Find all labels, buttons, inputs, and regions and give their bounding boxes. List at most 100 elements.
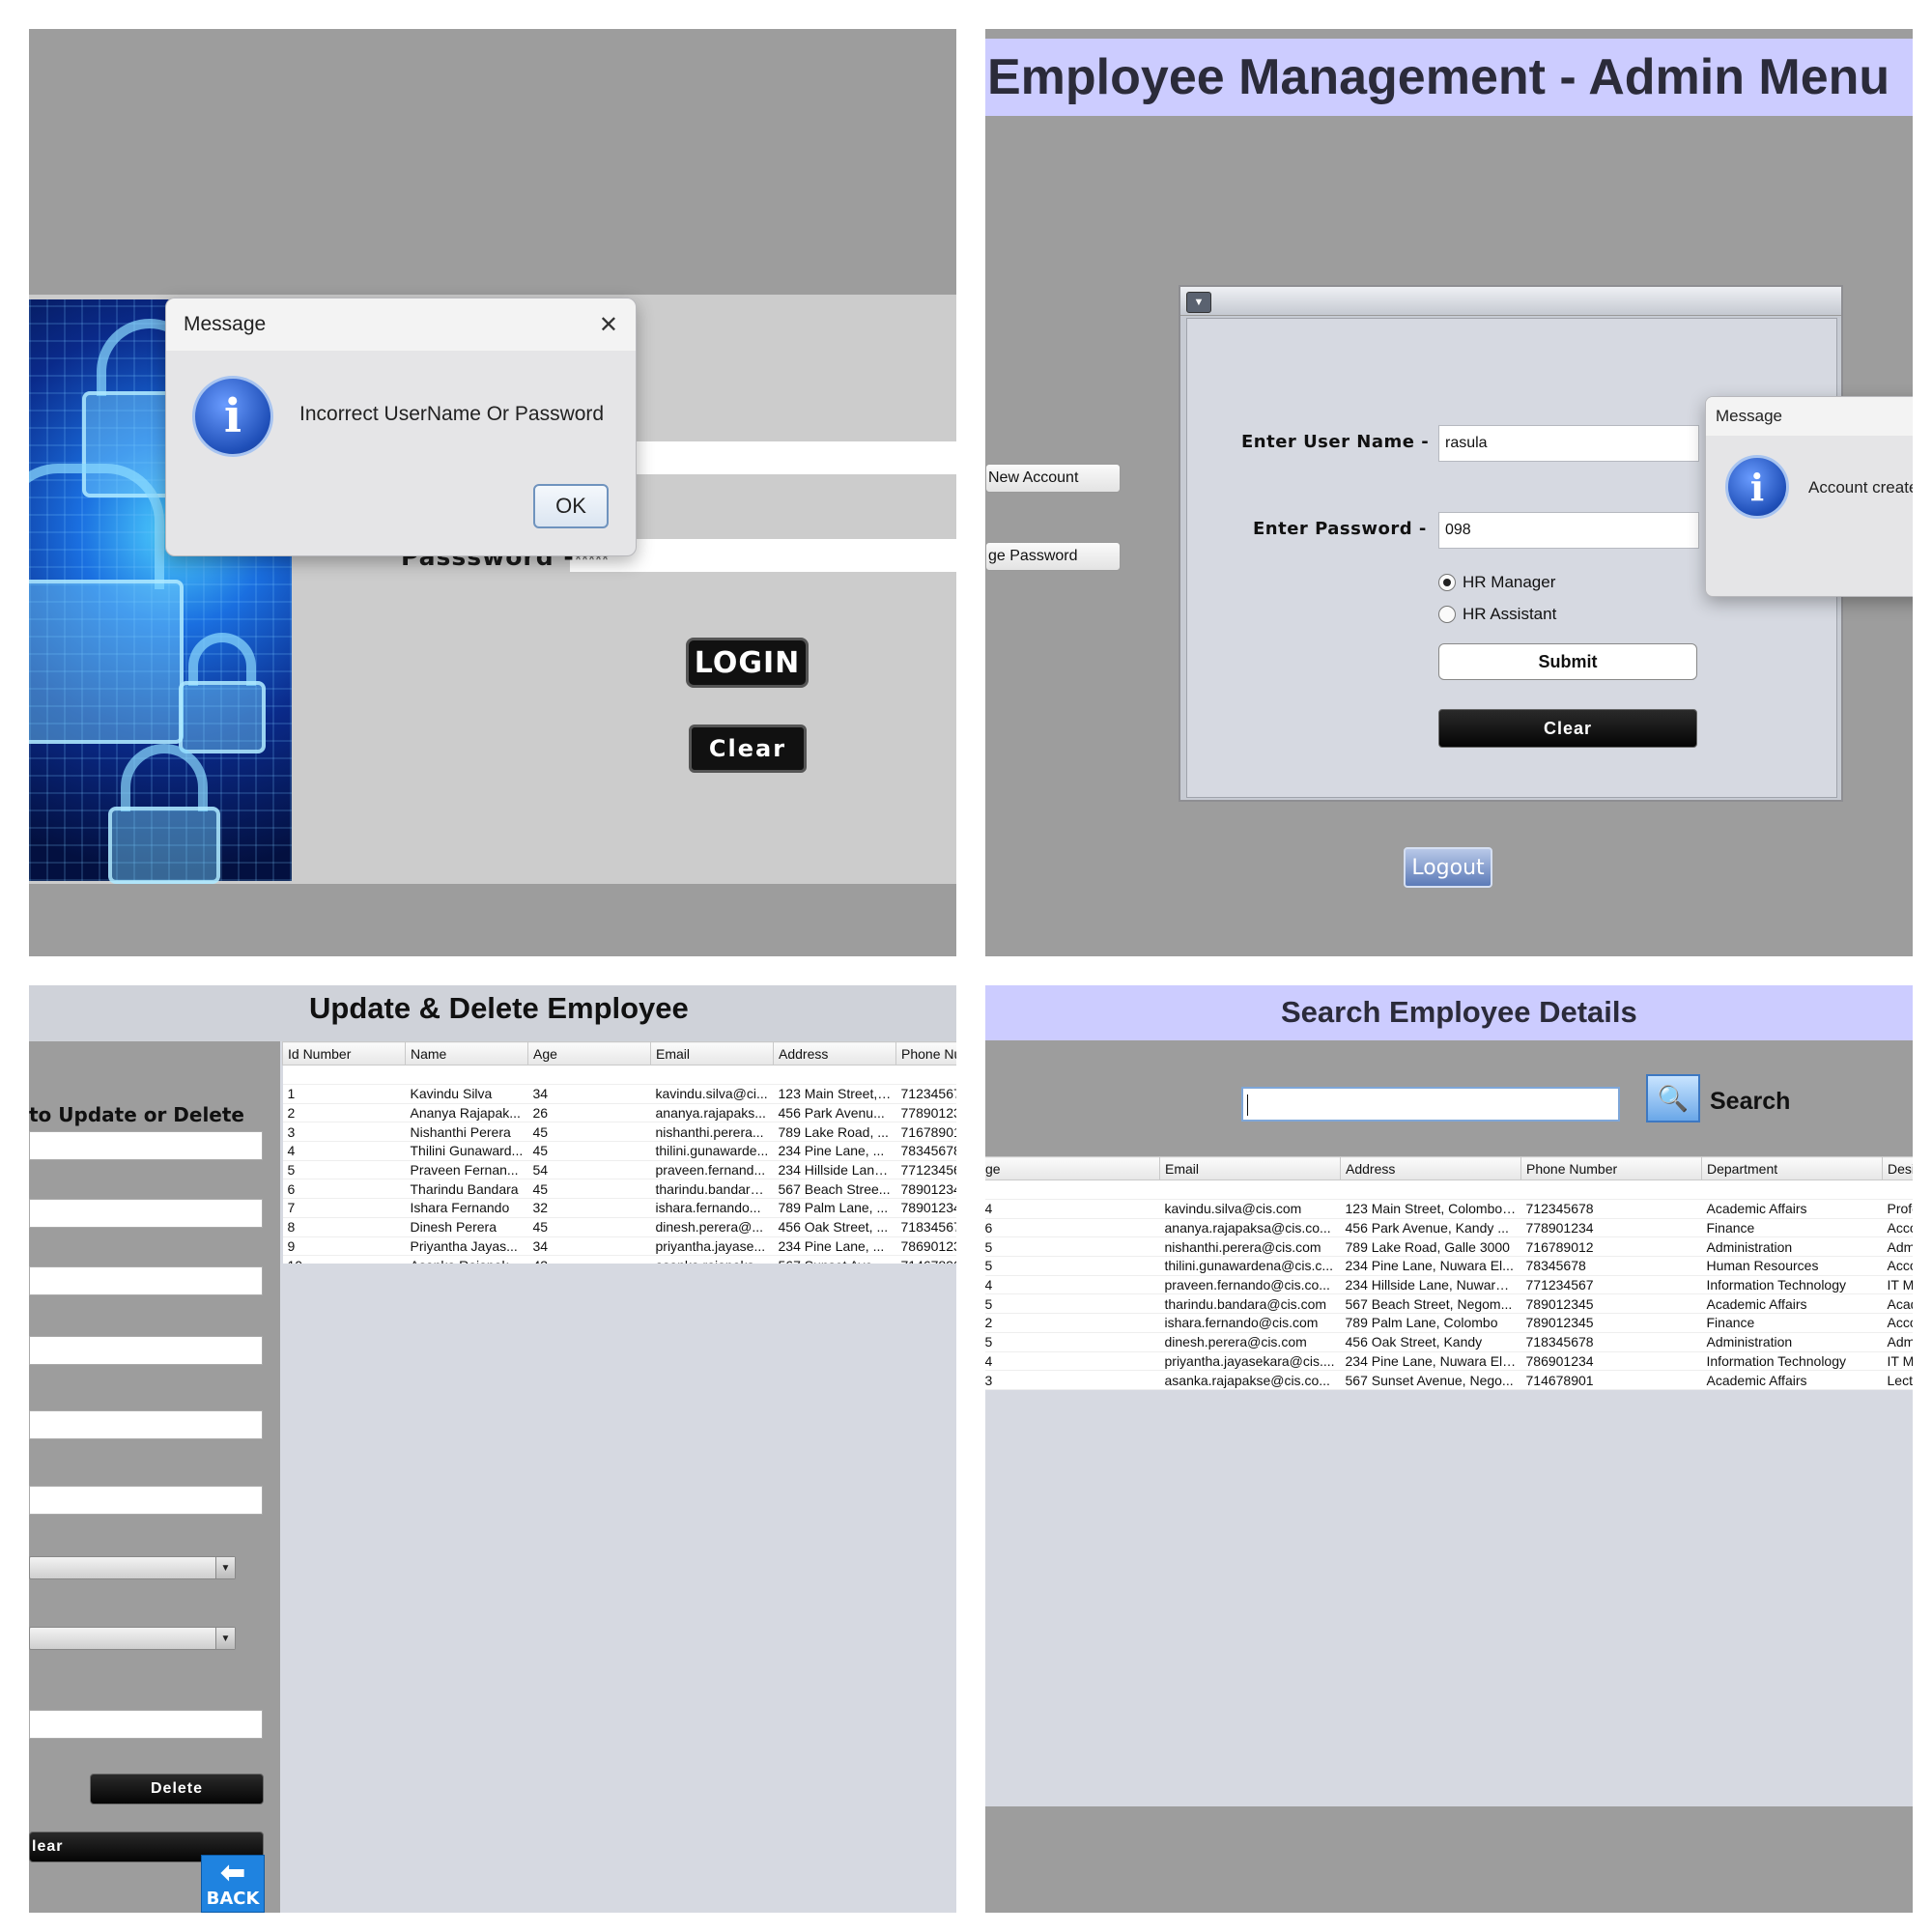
table-cell: 712345678 bbox=[1520, 1199, 1702, 1219]
change-password-button[interactable]: ge Password bbox=[985, 542, 1121, 571]
table-row[interactable]: 4 priyantha.jayasekara@cis.... 234 Pine La… bbox=[985, 1351, 1913, 1372]
table-cell: 6 bbox=[985, 1218, 1160, 1238]
table-cell: Administration bbox=[1701, 1332, 1883, 1352]
table-cell: 234 Pine Lane, Nuwara El... bbox=[1340, 1256, 1521, 1276]
table-cell: tharindu.bandara@cis.com bbox=[1159, 1293, 1341, 1315]
table-row[interactable]: 5 nishanthi.perera@cis.com 789 Lake Road, … bbox=[985, 1236, 1913, 1258]
back-button[interactable]: ⬅ BACK bbox=[201, 1855, 265, 1913]
back-label: BACK bbox=[206, 1889, 260, 1909]
radio-hr-assistant[interactable]: HR Assistant bbox=[1438, 605, 1556, 624]
table-cell: 2 bbox=[282, 1103, 406, 1123]
login-button[interactable]: LOGIN bbox=[686, 638, 809, 688]
table-cell: 567 Sunset Avenue, Nego... bbox=[1340, 1370, 1521, 1390]
clear-button[interactable]: Clear bbox=[1438, 709, 1697, 748]
logout-button[interactable]: Logout bbox=[1404, 847, 1492, 888]
designation-select[interactable]: ▼ bbox=[29, 1627, 236, 1650]
table-row[interactable]: 5 Praveen Fernan... 54 praveen.fernand... 23… bbox=[282, 1160, 956, 1180]
column-header[interactable]: Address bbox=[1340, 1156, 1521, 1180]
table-row[interactable]: 6 ananya.rajapaksa@cis.co... 456 Park Aven… bbox=[985, 1218, 1913, 1238]
table-row[interactable]: 1 Kavindu Silva 34 kavindu.silva@ci... 123 M… bbox=[282, 1084, 956, 1104]
column-header[interactable]: Phone Number bbox=[1520, 1156, 1702, 1180]
table-row[interactable]: 8 Dinesh Perera 45 dinesh.perera@... 456 Oak… bbox=[282, 1217, 956, 1237]
table-row[interactable]: 7 Ishara Fernando 32 ishara.fernando... 789 … bbox=[282, 1198, 956, 1218]
table-cell: Profe bbox=[1882, 1199, 1913, 1219]
table-cell: Academic Affairs bbox=[1701, 1370, 1883, 1390]
department-select[interactable]: ▼ bbox=[29, 1556, 236, 1579]
search-window: Search Employee Details 🔍 Search ge Email… bbox=[985, 985, 1913, 1913]
delete-button[interactable]: Delete bbox=[90, 1774, 264, 1804]
table-row[interactable]: 3 asanka.rajapakse@cis.co... 567 Sunset Av… bbox=[985, 1370, 1913, 1390]
table-cell: 789 Palm Lane, Colombo bbox=[1340, 1313, 1521, 1333]
column-header[interactable]: Desi bbox=[1882, 1156, 1913, 1180]
table-cell: 32 bbox=[527, 1198, 651, 1218]
table-cell: 771234567 bbox=[1520, 1275, 1702, 1295]
column-header[interactable]: Department bbox=[1701, 1156, 1883, 1180]
table-cell: 7 bbox=[282, 1198, 406, 1218]
table-row[interactable]: 2 Ananya Rajapak... 26 ananya.rajapaks... 45… bbox=[282, 1103, 956, 1123]
table-cell: ishara.fernando... bbox=[650, 1198, 774, 1218]
username-field[interactable]: rasula bbox=[1438, 425, 1699, 462]
email-field[interactable] bbox=[29, 1336, 263, 1365]
column-header[interactable]: Age bbox=[527, 1041, 651, 1065]
age-field[interactable] bbox=[29, 1266, 263, 1295]
table-cell: 78345678 bbox=[895, 1141, 956, 1161]
page-title: Employee Management - Admin Menu bbox=[987, 49, 1890, 105]
table-cell: Thilini Gunaward... bbox=[405, 1141, 528, 1161]
table-spacer-row bbox=[985, 1179, 1913, 1200]
search-input[interactable] bbox=[1241, 1087, 1620, 1122]
table-cell: Human Resources bbox=[1701, 1256, 1883, 1276]
table-cell: 786901234 bbox=[1520, 1351, 1702, 1372]
table-cell: 8 bbox=[282, 1217, 406, 1237]
name-field[interactable] bbox=[29, 1199, 263, 1228]
table-row[interactable]: 3 Nishanthi Perera 45 nishanthi.perera... 78… bbox=[282, 1122, 956, 1143]
table-cell: 567 Beach Street, Negom... bbox=[1340, 1293, 1521, 1315]
table-row[interactable]: 5 dinesh.perera@cis.com 456 Oak Street, Ka… bbox=[985, 1332, 1913, 1352]
phone-field[interactable] bbox=[29, 1486, 263, 1515]
table-row[interactable]: 4 kavindu.silva@cis.com 123 Main Street, C… bbox=[985, 1199, 1913, 1219]
ok-button[interactable]: OK bbox=[533, 484, 609, 528]
table-cell: tharindu.bandara... bbox=[650, 1179, 774, 1200]
table-row[interactable]: 5 tharindu.bandara@cis.com 567 Beach Stree… bbox=[985, 1293, 1913, 1315]
table-cell: 123 Main Street, Colombo ... bbox=[1340, 1199, 1521, 1219]
table-cell: 45 bbox=[527, 1217, 651, 1237]
table-row[interactable]: 6 Tharindu Bandara 45 tharindu.bandara... 56… bbox=[282, 1179, 956, 1200]
table-row[interactable]: 9 Priyantha Jayas... 34 priyantha.jayase...… bbox=[282, 1236, 956, 1257]
table-cell: 71234567 bbox=[895, 1084, 956, 1104]
search-icon[interactable]: 🔍 bbox=[1646, 1074, 1700, 1122]
table-cell: dinesh.perera@... bbox=[650, 1217, 774, 1237]
table-cell: nishanthi.perera@cis.com bbox=[1159, 1236, 1341, 1258]
table-cell: 789012345 bbox=[1520, 1293, 1702, 1315]
form-heading: to Update or Delete bbox=[29, 1103, 244, 1126]
search-button-label[interactable]: Search bbox=[1710, 1088, 1790, 1116]
table-cell: Priyantha Jayas... bbox=[405, 1236, 528, 1257]
table-cell: asanka.rajapaks... bbox=[650, 1255, 774, 1264]
table-row[interactable]: 4 praveen.fernando@cis.co... 234 Hillside … bbox=[985, 1275, 1913, 1295]
username-input[interactable] bbox=[599, 441, 956, 474]
column-header[interactable]: Email bbox=[1159, 1156, 1341, 1180]
column-header[interactable]: Name bbox=[405, 1041, 528, 1065]
table-cell: Praveen Fernan... bbox=[405, 1160, 528, 1180]
password-field[interactable]: 098 bbox=[1438, 512, 1699, 549]
clear-button[interactable]: Clear bbox=[689, 724, 807, 773]
dialog-title: Message bbox=[1716, 407, 1782, 425]
table-cell: 456 Park Avenu... bbox=[773, 1103, 896, 1123]
new-account-button[interactable]: New Account bbox=[985, 464, 1121, 493]
radio-hr-manager[interactable]: HR Manager bbox=[1438, 573, 1555, 592]
address-field[interactable] bbox=[29, 1410, 263, 1439]
submit-button[interactable]: Submit bbox=[1438, 643, 1697, 680]
admin-menu-window: Employee Management - Admin Menu New Acc… bbox=[985, 29, 1913, 956]
id-field[interactable] bbox=[29, 1131, 263, 1160]
column-header[interactable]: Id Number bbox=[282, 1041, 406, 1065]
column-header[interactable]: ge bbox=[985, 1156, 1160, 1180]
table-row[interactable]: 4 Thilini Gunaward... 45 thilini.gunawarde.… bbox=[282, 1141, 956, 1161]
table-row[interactable]: 5 thilini.gunawardena@cis.c... 234 Pine La… bbox=[985, 1256, 1913, 1276]
table-row[interactable]: 2 ishara.fernando@cis.com 789 Palm Lane, C… bbox=[985, 1313, 1913, 1333]
column-header[interactable]: Phone Nu bbox=[895, 1041, 956, 1065]
column-header[interactable]: Email bbox=[650, 1041, 774, 1065]
salary-field[interactable] bbox=[29, 1710, 263, 1739]
chevron-down-icon[interactable]: ▼ bbox=[1186, 292, 1211, 313]
close-icon[interactable]: ✕ bbox=[599, 311, 618, 339]
table-row[interactable]: 10Asanka Rajapak...43asanka.rajapaks...5… bbox=[282, 1255, 956, 1264]
column-header[interactable]: Address bbox=[773, 1041, 896, 1065]
table-cell: 71834567 bbox=[895, 1217, 956, 1237]
